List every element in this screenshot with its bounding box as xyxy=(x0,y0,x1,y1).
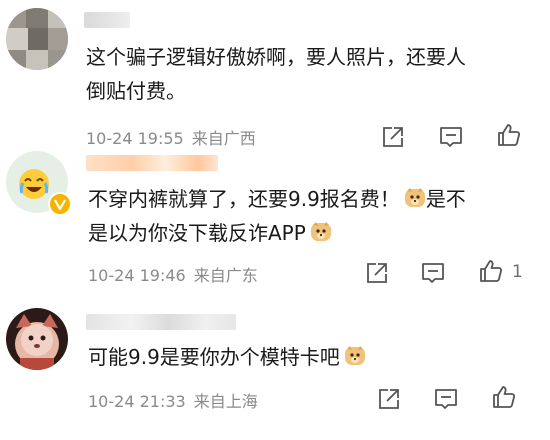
comment-text-line-1-rest: 是不 xyxy=(425,187,466,211)
comment-item-3: 可能9.9是要你办个模特卡吧 10-24 21:33 来自上海 xyxy=(0,300,550,440)
comment-time: 10-24 19:46 xyxy=(88,266,186,285)
comment-icon xyxy=(435,389,457,409)
doge-emoji-icon xyxy=(404,185,426,207)
doge-emoji-icon xyxy=(310,219,332,241)
comment-button[interactable] xyxy=(420,260,446,286)
comment-meta: 10-24 19:55 来自广西 xyxy=(86,125,256,149)
thumbs-up-icon xyxy=(493,386,516,408)
comment-location: 来自广西 xyxy=(191,129,256,148)
comment-text: 这个骗子逻辑好傲娇啊，要人照片，还要人 倒贴付费。 xyxy=(86,40,466,108)
comment-item-1: 这个骗子逻辑好傲娇啊，要人照片，还要人 倒贴付费。 10-24 19:55 来自广… xyxy=(0,0,550,150)
comment-text-line-1: 这个骗子逻辑好傲娇啊，要人照片，还要人 xyxy=(86,45,466,69)
thumbs-up-icon xyxy=(480,260,503,282)
comment-text-line-1: 不穿内裤就算了，还要9.9报名费！ 是不 xyxy=(88,182,466,216)
verified-badge xyxy=(48,192,72,216)
comment-text-line-2-part: 是以为你没下载反诈APP xyxy=(88,221,306,245)
username-blurred[interactable] xyxy=(84,12,130,28)
avatar[interactable] xyxy=(6,308,68,370)
avatar[interactable] xyxy=(6,8,68,70)
comment-meta: 10-24 21:33 来自上海 xyxy=(88,388,258,412)
comment-meta: 10-24 19:46 来自广东 xyxy=(88,262,258,286)
comment-item-2: 不穿内裤就算了，还要9.9报名费！ 是不 是以为你没下载反诈APP 10-24 1… xyxy=(0,150,550,290)
comment-text: 不穿内裤就算了，还要9.9报名费！ 是不 是以为你没下载反诈APP xyxy=(88,182,466,250)
comment-text-line-2: 是以为你没下载反诈APP xyxy=(88,216,466,250)
like-button[interactable] xyxy=(478,258,504,284)
share-icon xyxy=(367,263,387,283)
share-icon xyxy=(379,389,399,409)
thumbs-up-icon xyxy=(498,124,521,146)
share-button[interactable] xyxy=(364,260,390,286)
comment-icon xyxy=(422,263,444,283)
comment-text-line-2: 倒贴付费。 xyxy=(86,79,186,103)
comment-text-line-1: 可能9.9是要你办个模特卡吧 xyxy=(88,340,366,374)
comment-button[interactable] xyxy=(433,386,459,412)
comment-location: 来自上海 xyxy=(193,392,258,411)
comment-text-line-1-part: 不穿内裤就算了，还要9.9报名费！ xyxy=(88,187,400,211)
comment-time: 10-24 19:55 xyxy=(86,129,184,148)
like-count: 1 xyxy=(512,262,523,282)
comment-icon xyxy=(440,127,462,147)
username-blurred[interactable] xyxy=(86,314,236,330)
share-button[interactable] xyxy=(380,124,406,150)
verified-v-icon xyxy=(54,199,66,211)
comment-time: 10-24 21:33 xyxy=(88,392,186,411)
comment-text-line-1-part: 可能9.9是要你办个模特卡吧 xyxy=(88,345,340,369)
username-blurred[interactable] xyxy=(86,155,218,171)
comment-button[interactable] xyxy=(438,124,464,150)
share-icon xyxy=(383,127,403,147)
doge-emoji-icon xyxy=(344,343,366,365)
comment-location: 来自广东 xyxy=(193,266,258,285)
like-button[interactable] xyxy=(491,384,517,410)
like-button[interactable] xyxy=(496,122,522,148)
share-button[interactable] xyxy=(376,386,402,412)
comment-text: 可能9.9是要你办个模特卡吧 xyxy=(88,340,366,374)
